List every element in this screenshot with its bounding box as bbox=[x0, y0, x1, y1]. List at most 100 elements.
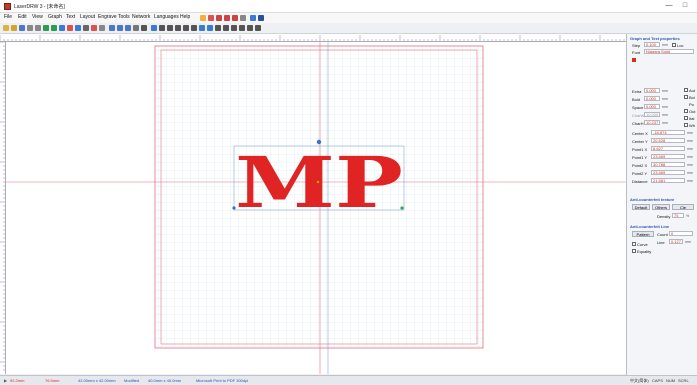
coord-unit: mm bbox=[687, 163, 693, 167]
start-icon[interactable] bbox=[216, 15, 222, 21]
align-left-icon[interactable] bbox=[215, 25, 221, 31]
engrave-icon[interactable] bbox=[200, 15, 206, 21]
status-caps: CAPS bbox=[652, 378, 663, 383]
coord-input[interactable]: 23.469 bbox=[651, 154, 685, 159]
coord-input[interactable]: 21.581 bbox=[651, 178, 685, 183]
menu-graph[interactable]: Graph bbox=[48, 14, 62, 20]
device-icon[interactable] bbox=[250, 15, 256, 21]
save-icon[interactable] bbox=[19, 25, 25, 31]
point2-handle[interactable] bbox=[400, 206, 404, 210]
equality-checkbox[interactable] bbox=[632, 249, 636, 253]
coord-input[interactable]: 30.788 bbox=[651, 162, 685, 167]
step-input[interactable]: 0.100 bbox=[644, 42, 660, 47]
coord-input[interactable]: -18.874 bbox=[651, 130, 685, 135]
menu-tools[interactable]: Tools bbox=[118, 14, 130, 20]
coord-input[interactable]: 8.627 bbox=[651, 146, 685, 151]
status-ime: 中文(简体) bbox=[630, 378, 649, 383]
polygon-tool-icon[interactable] bbox=[183, 25, 189, 31]
bold-check-label: Bol bbox=[689, 95, 695, 100]
barcode-tool-icon[interactable] bbox=[199, 25, 205, 31]
pattern-button[interactable]: Pattern bbox=[632, 231, 654, 237]
curve-label: Curve bbox=[637, 242, 648, 247]
select-icon[interactable] bbox=[141, 25, 147, 31]
italic-checkbox[interactable] bbox=[684, 116, 688, 120]
font-color-icon[interactable] bbox=[632, 58, 636, 62]
default-button[interactable]: Default bbox=[632, 204, 650, 210]
minimize-button[interactable]: — bbox=[664, 1, 674, 11]
outline-checkbox[interactable] bbox=[684, 109, 688, 113]
delete-icon[interactable] bbox=[91, 25, 97, 31]
preview-icon[interactable] bbox=[258, 15, 264, 21]
maximize-button[interactable]: □ bbox=[680, 1, 690, 11]
line-input[interactable]: 0.127 bbox=[669, 239, 683, 244]
curve-tool-icon[interactable] bbox=[191, 25, 197, 31]
clear-button[interactable]: Cle bbox=[672, 204, 694, 210]
coord-input[interactable]: 23.469 bbox=[651, 170, 685, 175]
stop-icon[interactable] bbox=[232, 15, 238, 21]
zoom-in-icon[interactable] bbox=[117, 25, 123, 31]
menu-network[interactable]: Network bbox=[132, 14, 150, 20]
redo-icon[interactable] bbox=[51, 25, 57, 31]
density-input[interactable]: 75 bbox=[672, 213, 684, 218]
copy-icon[interactable] bbox=[59, 25, 65, 31]
image-tool-icon[interactable] bbox=[207, 25, 213, 31]
coord-label: Point2 Y bbox=[632, 171, 648, 176]
ungroup-icon[interactable] bbox=[99, 25, 105, 31]
white-checkbox[interactable] bbox=[684, 123, 688, 127]
import-icon[interactable] bbox=[27, 25, 33, 31]
align-center-icon[interactable] bbox=[223, 25, 229, 31]
line-tool-icon[interactable] bbox=[159, 25, 165, 31]
menu-help[interactable]: Help bbox=[180, 14, 190, 20]
text-tool-icon[interactable] bbox=[151, 25, 157, 31]
count-input[interactable]: 0 bbox=[669, 231, 693, 236]
group-icon[interactable] bbox=[83, 25, 89, 31]
font-select[interactable]: Niagara Solid bbox=[644, 49, 694, 54]
status-modified: Modified bbox=[124, 378, 140, 383]
coord-input[interactable]: 20.528 bbox=[651, 138, 685, 143]
new-icon[interactable] bbox=[3, 25, 9, 31]
status-bar: ▶ 92.2mm 76.5mm 42.00mm x 42.00mm Modifi… bbox=[0, 375, 697, 385]
weld-icon[interactable] bbox=[255, 25, 261, 31]
auto-checkbox[interactable] bbox=[684, 88, 688, 92]
menu-languages[interactable]: Languages bbox=[154, 14, 179, 20]
mirror-icon[interactable] bbox=[239, 25, 245, 31]
pause-icon[interactable] bbox=[224, 15, 230, 21]
curve-checkbox[interactable] bbox=[632, 242, 636, 246]
font-label: Font bbox=[632, 50, 641, 55]
cut-icon[interactable] bbox=[208, 15, 214, 21]
menu-engrave[interactable]: Engrave bbox=[98, 14, 117, 20]
drawing-canvas[interactable]: MP bbox=[6, 42, 626, 374]
open-icon[interactable] bbox=[11, 25, 17, 31]
rotate-icon[interactable] bbox=[247, 25, 253, 31]
pan-icon[interactable] bbox=[133, 25, 139, 31]
bold-checkbox[interactable] bbox=[684, 95, 688, 99]
align-right-icon[interactable] bbox=[231, 25, 237, 31]
cut-tool-icon[interactable] bbox=[67, 25, 73, 31]
rect-tool-icon[interactable] bbox=[167, 25, 173, 31]
menu-view[interactable]: View bbox=[32, 14, 43, 20]
menu-file[interactable]: File bbox=[4, 14, 12, 20]
zoom-fit-icon[interactable] bbox=[109, 25, 115, 31]
settings-icon[interactable] bbox=[240, 15, 246, 21]
ellipse-tool-icon[interactable] bbox=[175, 25, 181, 31]
zoom-out-icon[interactable] bbox=[125, 25, 131, 31]
extra-input[interactable]: 0.000 bbox=[644, 88, 660, 93]
status-arrow-icon: ▶ bbox=[4, 378, 8, 383]
menu-text[interactable]: Text bbox=[66, 14, 75, 20]
coord-label: Center X bbox=[632, 131, 648, 136]
charh-input[interactable]: 10.237 bbox=[644, 120, 660, 125]
undo-icon[interactable] bbox=[43, 25, 49, 31]
bold-input[interactable]: 0.000 bbox=[644, 96, 660, 101]
lock-checkbox[interactable] bbox=[672, 43, 676, 47]
menu-layout[interactable]: Layout bbox=[80, 14, 95, 20]
space-input[interactable]: 0.000 bbox=[644, 104, 660, 109]
charw-input[interactable]: 10.000 bbox=[644, 112, 660, 117]
center-handle[interactable] bbox=[316, 180, 320, 184]
rotate-handle[interactable] bbox=[316, 139, 322, 145]
export-icon[interactable] bbox=[35, 25, 41, 31]
point1-handle[interactable] bbox=[232, 206, 236, 210]
menu-edit[interactable]: Edit bbox=[18, 14, 27, 20]
others-button[interactable]: Others bbox=[652, 204, 670, 210]
coord-unit: mm bbox=[687, 147, 693, 151]
paste-icon[interactable] bbox=[75, 25, 81, 31]
